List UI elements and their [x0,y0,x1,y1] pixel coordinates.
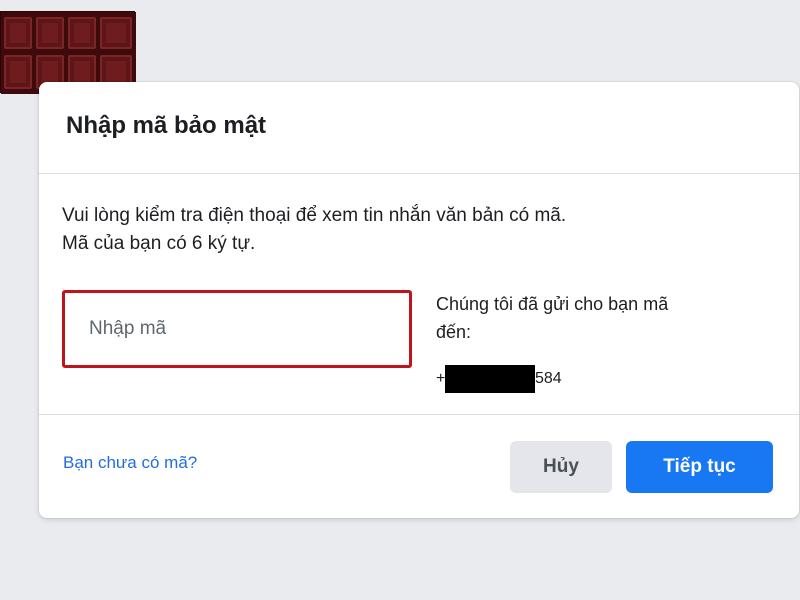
continue-button[interactable]: Tiếp tục [626,441,773,493]
instruction-text: Vui lòng kiểm tra điện thoại để xem tin … [62,202,782,258]
chocolate-bar-logo [0,11,136,94]
redaction-block [445,365,535,393]
security-code-dialog: Nhập mã bảo mật Vui lòng kiểm tra điện t… [39,82,799,518]
dialog-header: Nhập mã bảo mật [39,82,799,174]
sent-info-line-1: Chúng tôi đã gửi cho bạn mã [436,294,669,314]
security-code-input[interactable] [62,290,412,368]
sent-info-line-2: đến: [436,322,472,342]
instruction-line-2: Mã của bạn có 6 ký tự. [62,233,256,254]
cancel-button[interactable]: Hủy [510,441,612,493]
dialog-title: Nhập mã bảo mật [66,112,267,139]
masked-phone-number: +584 [436,365,562,393]
phone-suffix: 584 [535,370,562,387]
no-code-link[interactable]: Bạn chưa có mã? [63,453,197,473]
instruction-line-1: Vui lòng kiểm tra điện thoại để xem tin … [62,205,567,226]
code-sent-info: Chúng tôi đã gửi cho bạn mã đến: [436,290,776,346]
dialog-footer: Bạn chưa có mã? Hủy Tiếp tục [39,414,799,518]
phone-prefix: + [436,370,446,387]
